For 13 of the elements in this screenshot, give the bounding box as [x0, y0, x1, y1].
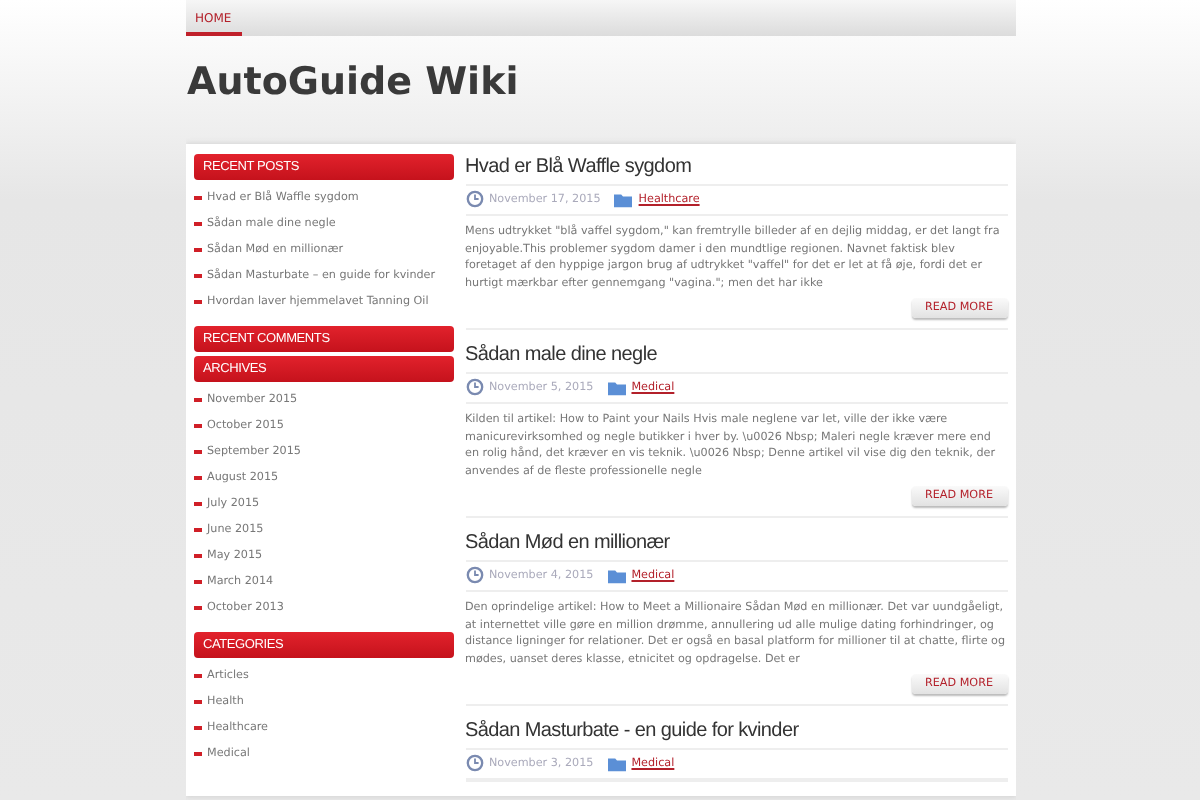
folder-icon — [607, 755, 626, 771]
folder-icon — [607, 567, 626, 583]
folder-icon — [614, 191, 633, 207]
clock-icon — [465, 754, 483, 772]
post-title[interactable]: Hvad er Blå Waffle sygdom — [465, 156, 1007, 186]
site-title: AutoGuide Wiki — [187, 58, 521, 108]
clock-icon — [465, 190, 483, 208]
post-title[interactable]: Sådan male dine negle — [465, 344, 1007, 374]
post-title[interactable]: Sådan Mød en millionær — [465, 532, 1007, 562]
post-title[interactable]: Sådan Masturbate - en guide for kvinder — [465, 720, 1007, 750]
folder-icon — [607, 379, 626, 395]
clock-icon — [465, 378, 483, 396]
clock-icon — [465, 566, 483, 584]
